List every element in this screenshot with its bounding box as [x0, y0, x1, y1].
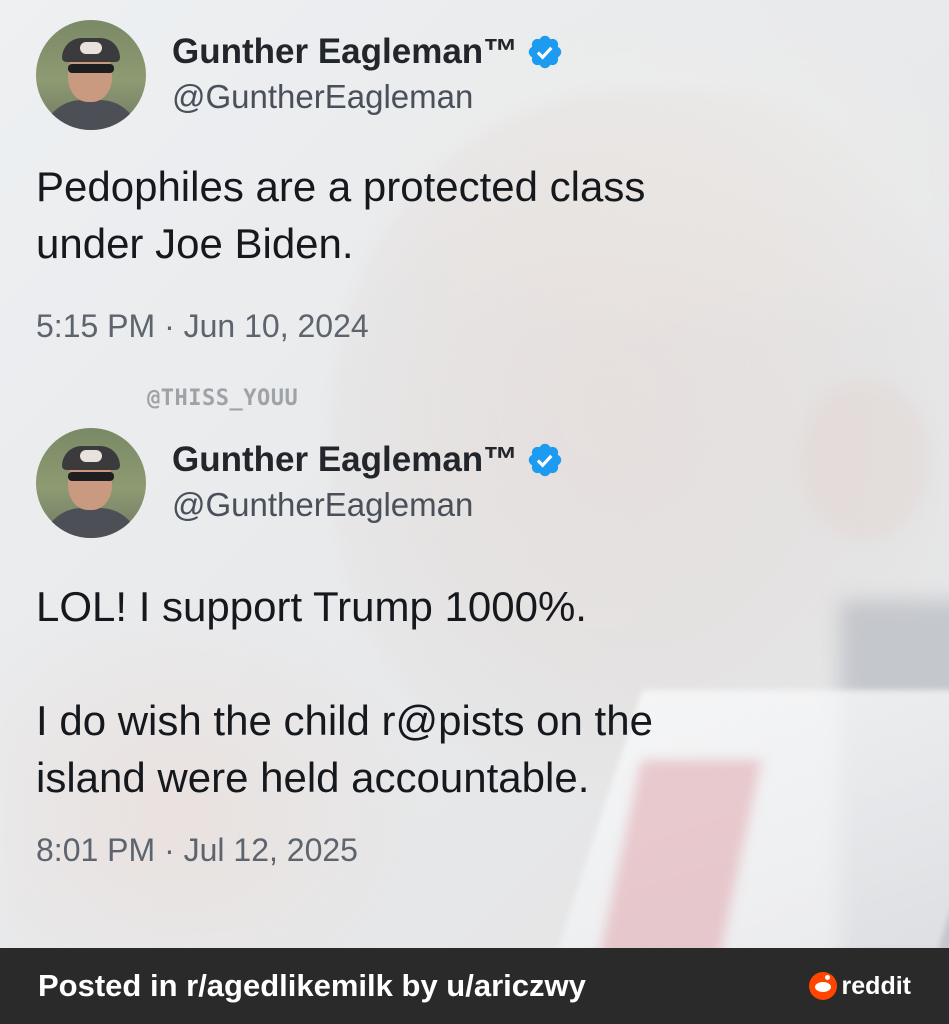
author-display-name-row: Gunther Eagleman™ — [172, 438, 564, 482]
avatar[interactable] — [36, 20, 146, 130]
reddit-brand[interactable]: reddit — [808, 971, 911, 1001]
tweet-timestamp[interactable]: 8:01 PM · Jul 12, 2025 — [36, 832, 916, 869]
verified-badge-icon — [526, 33, 564, 71]
tweet-timestamp[interactable]: 5:15 PM · Jun 10, 2024 — [36, 308, 916, 345]
tweet-header: Gunther Eagleman™ @GuntherEagleman — [36, 20, 916, 130]
author-display-name-row: Gunther Eagleman™ — [172, 30, 564, 74]
meme-image: Gunther Eagleman™ @GuntherEagleman Pedop… — [0, 0, 949, 948]
author-handle[interactable]: @GuntherEagleman — [172, 482, 564, 528]
author-names: Gunther Eagleman™ @GuntherEagleman — [172, 30, 564, 120]
avatar[interactable] — [36, 428, 146, 538]
author-display-name[interactable]: Gunther Eagleman™ — [172, 438, 518, 482]
reddit-footer-bar: Posted in r/agedlikemilk by u/ariczwy re… — [0, 948, 949, 1024]
tweet-header: Gunther Eagleman™ @GuntherEagleman — [36, 428, 916, 538]
posted-in-label[interactable]: Posted in r/agedlikemilk by u/ariczwy — [38, 968, 586, 1004]
author-handle[interactable]: @GuntherEagleman — [172, 74, 564, 120]
watermark: @THISS_YOUU — [147, 386, 299, 411]
reddit-wordmark: reddit — [841, 971, 911, 1000]
tweet-card: Gunther Eagleman™ @GuntherEagleman LOL! … — [36, 428, 916, 869]
author-display-name[interactable]: Gunther Eagleman™ — [172, 30, 518, 74]
tweet-card: Gunther Eagleman™ @GuntherEagleman Pedop… — [36, 20, 916, 345]
tweet-text: Pedophiles are a protected class under J… — [36, 163, 646, 267]
verified-badge-icon — [526, 441, 564, 479]
reddit-logo-icon — [808, 972, 837, 1000]
tweet-text: LOL! I support Trump 1000%. I do wish th… — [36, 583, 653, 801]
author-names: Gunther Eagleman™ @GuntherEagleman — [172, 438, 564, 528]
